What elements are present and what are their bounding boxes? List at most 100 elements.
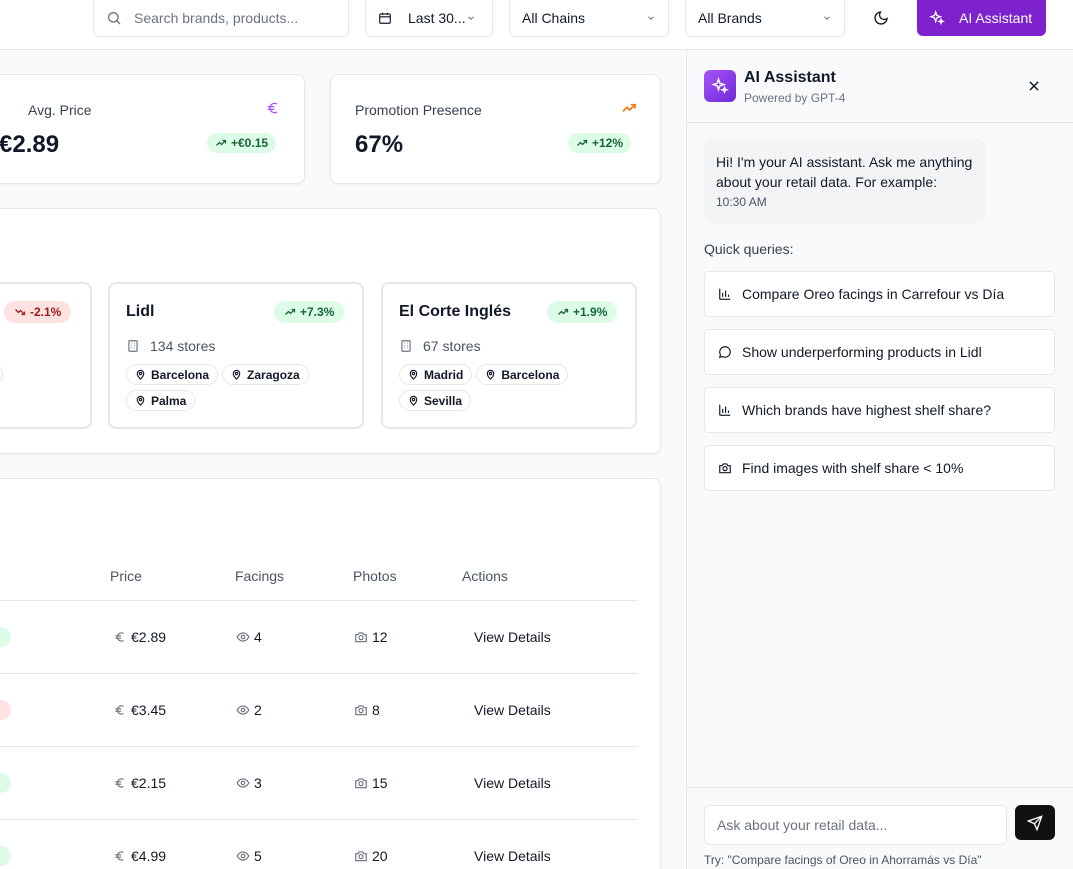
kpi-value: €2.89 [0,131,60,158]
ai-logo [704,70,736,102]
search-box[interactable] [93,0,349,37]
chains-select[interactable]: All Chains [509,0,669,37]
building-icon [128,340,138,352]
brands-select[interactable]: All Brands [685,0,845,37]
map-pin-icon [136,369,145,380]
send-icon [1027,814,1043,831]
ai-chat-input[interactable] [704,805,1007,845]
chain-card-el-corte-ingles[interactable]: El Corte Inglés +1.9% 67 stores Madrid B… [381,282,637,429]
ai-assistant-button[interactable]: AI Assistant [917,0,1046,36]
chain-store-count-text: 134 stores [150,338,216,354]
view-details-label: View Details [474,702,551,718]
price-cell: €2.89 [113,629,166,645]
ai-panel-header: AI Assistant Powered by GPT-4 [687,50,1073,123]
price-value: €2.15 [131,775,167,791]
main-content: Avg. Price €2.89 +€0.15 Promotion Presen… [0,50,686,869]
photos-value: 8 [372,702,380,718]
trending-up-icon [285,308,296,315]
trending-up-icon [558,308,569,315]
message-circle-icon [718,346,731,359]
price-value: €2.89 [131,629,167,645]
ai-panel-subtitle: Powered by GPT-4 [744,91,846,105]
products-table-panel: Price Facings Photos Actions €2.89 4 12 … [0,478,661,869]
view-details-button[interactable]: View Details [474,775,551,791]
quick-query-button[interactable]: Show underperforming products in Lidl [704,329,1055,375]
kpi-change-text: +€0.15 [231,136,269,150]
trending-up-icon [577,139,588,146]
kpi-label: Promotion Presence [355,102,482,118]
camera-icon [355,851,367,862]
ai-assistant-panel: AI Assistant Powered by GPT-4 Hi! I'm yo… [686,50,1073,869]
euro-icon [115,851,124,861]
chain-store-count: 134 stores [126,338,215,354]
eye-icon [236,705,250,715]
camera-icon [719,463,731,474]
view-details-label: View Details [474,629,551,645]
status-badge [0,627,11,647]
close-panel-button[interactable] [1025,77,1043,95]
brands-select-value: All Brands [698,10,762,26]
column-header-photos[interactable]: Photos [353,568,397,584]
ai-panel-footer: Try: "Compare facings of Oreo in Ahorram… [687,787,1073,869]
column-header-actions: Actions [462,568,508,584]
facings-cell: 2 [236,702,262,718]
date-range-value: Last 30... [408,10,466,26]
kpi-change-badge: +12% [568,133,632,153]
chevron-down-icon [468,16,474,20]
city-tag: Barcelona [476,364,569,385]
search-input[interactable] [134,10,334,26]
price-cell: €2.15 [113,775,166,791]
euro-icon [115,705,124,715]
kpi-change-text: +12% [592,136,624,150]
facings-cell: 5 [236,848,262,864]
city-name: Sevilla [424,393,463,408]
chain-name: El Corte Inglés [399,303,512,320]
map-pin-icon [136,395,145,406]
quick-query-button[interactable]: Compare Oreo facings in Carrefour vs Día [704,271,1055,317]
view-details-button[interactable]: View Details [474,629,551,645]
map-pin-icon [409,395,418,406]
map-pin-icon [232,369,241,380]
chain-store-count-text: 67 stores [423,338,481,354]
date-range-select[interactable]: Last 30... [365,0,493,37]
camera-icon [355,705,367,716]
quick-query-label: Compare Oreo facings in Carrefour vs Día [742,286,1005,302]
send-button[interactable] [1015,805,1055,840]
city-tag: Barcelona [126,364,219,385]
message-timestamp: 10:30 AM [716,195,767,209]
chain-change-text: -2.1% [30,305,62,319]
assistant-message-text: Hi! I'm your AI assistant. Ask me anythi… [716,154,973,190]
chevron-down-icon [648,16,654,20]
facings-value: 2 [254,702,262,718]
camera-icon [355,632,367,643]
photos-cell: 15 [354,775,388,791]
theme-toggle-button[interactable] [865,0,897,36]
sparkles-icon [929,10,945,26]
view-details-button[interactable]: View Details [474,702,551,718]
view-details-button[interactable]: View Details [474,848,551,864]
table-row: €2.89 4 12 View Details [0,601,638,674]
view-details-label: View Details [474,848,551,864]
chains-select-value: All Chains [522,10,586,26]
column-header-price[interactable]: Price [110,568,142,584]
city-tag: Madrid [399,364,473,385]
chain-city-list: Madrid Barcelona Sevilla [399,364,629,411]
facings-value: 4 [254,629,262,645]
quick-query-button[interactable]: Which brands have highest shelf share? [704,387,1055,433]
photos-value: 12 [372,629,388,645]
map-pin-icon [487,369,495,380]
price-cell: €4.99 [113,848,166,864]
quick-query-button[interactable]: Find images with shelf share < 10% [704,445,1055,491]
ai-assistant-button-label: AI Assistant [959,10,1033,26]
trending-up-icon [216,139,227,146]
column-header-facings[interactable]: Facings [235,568,284,584]
euro-icon [115,632,124,642]
chain-card-lidl[interactable]: Lidl +7.3% 134 stores Barcelona Zaragoza… [108,282,364,429]
kpi-label: Avg. Price [28,102,92,118]
status-badge [0,846,11,866]
photos-cell: 20 [354,848,388,864]
top-bar: Last 30... All Chains All Brands AI Assi… [0,0,1073,50]
chain-card[interactable]: -2.1% [0,282,92,429]
euro-icon [267,102,278,114]
quick-queries-label: Quick queries: [704,241,794,257]
